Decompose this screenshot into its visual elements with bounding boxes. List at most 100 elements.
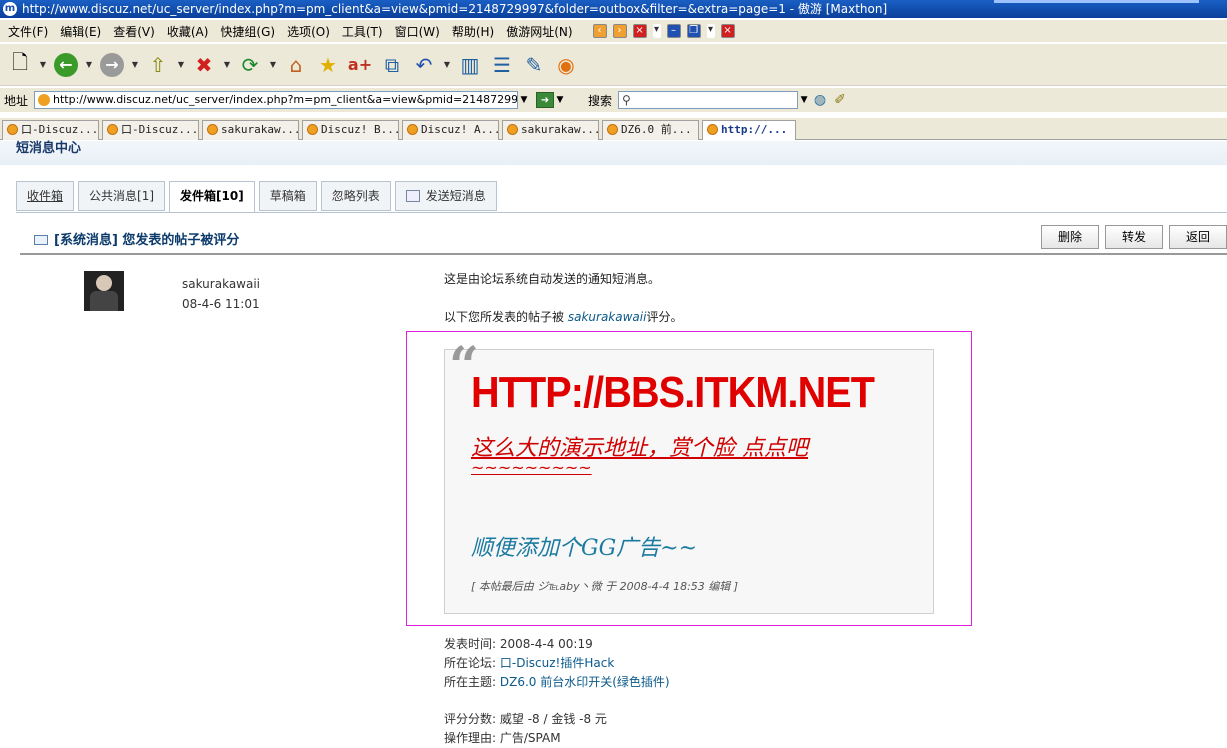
tab-label: 口-Discuz...: [21, 123, 99, 136]
forward-arrow-icon: →: [100, 52, 124, 77]
up-folder-icon[interactable]: ⇧: [144, 51, 172, 79]
menu-window[interactable]: 窗口(W): [391, 23, 448, 40]
back-button[interactable]: 返回: [1168, 225, 1227, 249]
chevron-down-icon[interactable]: ▼: [518, 91, 530, 109]
menu-edit[interactable]: 编辑(E): [56, 23, 109, 40]
site-favicon: [38, 94, 51, 106]
chevron-down-icon[interactable]: ▼: [268, 60, 278, 69]
tab-label: Discuz! B...: [321, 123, 399, 136]
sidebar-icon[interactable]: ☰: [488, 51, 516, 79]
chevron-down-icon[interactable]: ▼: [442, 60, 452, 69]
delete-button[interactable]: 删除: [1040, 225, 1099, 249]
translate-icon[interactable]: a+: [346, 51, 374, 79]
envelope-icon: [34, 235, 48, 245]
menu-maxthon-sites[interactable]: 傲游网址(N): [502, 23, 580, 40]
tab-favicon: [7, 124, 18, 135]
meta-forum: 所在论坛: 口-Discuz!插件Hack: [444, 656, 615, 670]
header-band: [0, 141, 1227, 165]
rss-icon[interactable]: ◉: [552, 51, 580, 79]
close-window-icon[interactable]: ×: [720, 24, 735, 38]
sender-name: sakurakawaii: [182, 277, 261, 291]
chevron-down-icon[interactable]: ▾: [652, 24, 661, 38]
menu-groups[interactable]: 快捷组(G): [216, 23, 283, 40]
menu-options[interactable]: 选项(O): [283, 23, 338, 40]
chevron-down-icon[interactable]: ▼: [222, 60, 232, 69]
menu-tools[interactable]: 工具(T): [338, 23, 391, 40]
menu-file[interactable]: 文件(F): [4, 23, 56, 40]
page-content: 短消息中心 收件箱 公共消息[1] 发件箱[10] 草稿箱 忽略列表 发送短消息…: [0, 141, 1227, 745]
quoted-post: “ HTTP://BBS.ITKM.NET 这么大的演示地址，赏个脸 点点吧 ~…: [444, 336, 934, 614]
stop-icon[interactable]: ✖: [190, 51, 218, 79]
chevron-down-icon[interactable]: ▼: [130, 60, 140, 69]
tab-outbox[interactable]: 发件箱[10]: [169, 181, 255, 213]
browser-tab[interactable]: sakurakaw...: [202, 120, 299, 140]
prev-window-icon[interactable]: ‹: [592, 24, 607, 38]
browser-tab[interactable]: 口-Discuz...: [2, 120, 99, 140]
tab-ignore-list[interactable]: 忽略列表: [320, 181, 391, 211]
message-body: 这是由论坛系统自动发送的通知短消息。 以下您所发表的帖子被 sakurakawa…: [444, 269, 682, 327]
page-title: 短消息中心: [16, 141, 82, 156]
browser-tab[interactable]: 口-Discuz...: [102, 120, 199, 140]
globe-icon[interactable]: ◍: [810, 86, 830, 114]
message-actions: 删除 转发 返回: [1040, 225, 1227, 249]
open-new-window-icon[interactable]: ⧉: [378, 51, 406, 79]
avatar-head: [96, 275, 112, 291]
close-tab-icon[interactable]: ×: [632, 24, 647, 38]
chevron-down-icon[interactable]: ▾: [706, 24, 715, 38]
address-bar: 地址 http://www.discuz.net/uc_server/index…: [0, 88, 1227, 112]
browser-tab[interactable]: Discuz! B...: [302, 120, 399, 140]
meta-score: 评分分数: 威望 -8 / 金钱 -8 元: [444, 712, 607, 726]
meta-reason: 操作理由: 广告/SPAM: [444, 731, 561, 745]
browser-tab-active[interactable]: http://...: [702, 120, 796, 140]
menu-favorites[interactable]: 收藏(A): [163, 23, 217, 40]
tab-public-messages[interactable]: 公共消息[1]: [78, 181, 166, 211]
quote-tilde: ~~~~~~~~~: [471, 458, 592, 477]
browser-tab[interactable]: Discuz! A...: [402, 120, 499, 140]
forum-link[interactable]: 口-Discuz!插件Hack: [500, 656, 614, 670]
browser-tab[interactable]: sakurakaw...: [502, 120, 599, 140]
rater-link[interactable]: sakurakawaii: [568, 310, 647, 324]
favorites-star-icon[interactable]: ★: [314, 51, 342, 79]
avatar[interactable]: [84, 271, 124, 311]
tab-label: DZ6.0 前...: [621, 123, 692, 136]
tab-favicon: [507, 124, 518, 135]
columns-icon[interactable]: ▥: [456, 51, 484, 79]
tab-inbox[interactable]: 收件箱: [16, 181, 75, 211]
browser-tab-strip: 口-Discuz... 口-Discuz... sakurakaw... Dis…: [0, 118, 1227, 140]
thread-link[interactable]: DZ6.0 前台水印开关(绿色插件): [500, 675, 670, 689]
url-input[interactable]: http://www.discuz.net/uc_server/index.ph…: [34, 91, 519, 109]
message-title-text: [系统消息] 您发表的帖子被评分: [54, 233, 240, 248]
search-input[interactable]: ⚲: [618, 91, 799, 109]
minimize-icon[interactable]: –: [666, 24, 681, 38]
tab-send-message[interactable]: 发送短消息: [394, 181, 497, 211]
forward-button[interactable]: 转发: [1104, 225, 1163, 249]
sender-time: 08-4-6 11:01: [182, 297, 260, 311]
tab-label: 发送短消息: [425, 189, 486, 203]
quote-blue-line: 顺便添加个GG广告~~: [471, 536, 698, 561]
back-button[interactable]: ←: [52, 51, 80, 79]
menu-help[interactable]: 帮助(H): [448, 23, 502, 40]
browser-tab[interactable]: DZ6.0 前...: [602, 120, 699, 140]
new-page-icon[interactable]: 🗋: [6, 50, 34, 79]
search-label: 搜索: [588, 93, 613, 108]
chevron-down-icon[interactable]: ▼: [176, 60, 186, 69]
forward-button[interactable]: →: [98, 51, 126, 79]
refresh-icon[interactable]: ⟳: [236, 51, 264, 79]
window-controls: ‹ › × ▾ – ❐ ▾ ×: [592, 24, 735, 38]
undo-close-icon[interactable]: ↶: [410, 51, 438, 79]
chevron-down-icon[interactable]: ▼: [38, 60, 48, 69]
highlight-icon[interactable]: ✐: [830, 86, 850, 114]
avatar-body: [90, 291, 118, 311]
chevron-down-icon[interactable]: ▼: [554, 91, 566, 109]
meta-thread: 所在主题: DZ6.0 前台水印开关(绿色插件): [444, 675, 670, 689]
notes-icon[interactable]: ✎: [520, 51, 548, 79]
restore-icon[interactable]: ❐: [686, 24, 701, 38]
menu-view[interactable]: 查看(V): [109, 23, 163, 40]
chevron-down-icon[interactable]: ▼: [84, 60, 94, 69]
chevron-down-icon[interactable]: ▼: [798, 91, 810, 109]
next-window-icon[interactable]: ›: [612, 24, 627, 38]
go-button[interactable]: ➜: [536, 92, 555, 108]
home-icon[interactable]: ⌂: [282, 51, 310, 79]
tab-favicon: [207, 124, 218, 135]
tab-drafts[interactable]: 草稿箱: [258, 181, 317, 211]
